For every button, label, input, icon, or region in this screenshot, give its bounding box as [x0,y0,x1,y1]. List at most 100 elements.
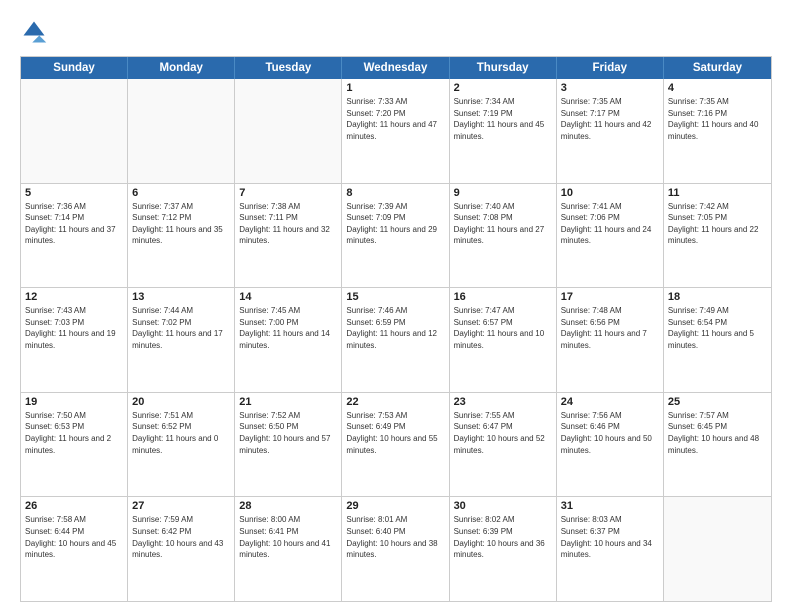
calendar-cell [21,79,128,183]
calendar-cell: 26 Sunrise: 7:58 AMSunset: 6:44 PMDayligh… [21,497,128,601]
day-number: 3 [561,82,659,94]
calendar-header-cell: Friday [557,57,664,79]
calendar-header-cell: Tuesday [235,57,342,79]
logo-icon [20,18,48,46]
calendar-cell: 29 Sunrise: 8:01 AMSunset: 6:40 PMDayligh… [342,497,449,601]
day-info: Sunrise: 8:02 AMSunset: 6:39 PMDaylight:… [454,514,552,560]
calendar-cell [235,79,342,183]
day-info: Sunrise: 7:37 AMSunset: 7:12 PMDaylight:… [132,201,230,247]
day-number: 11 [668,187,767,199]
day-info: Sunrise: 7:35 AMSunset: 7:16 PMDaylight:… [668,96,767,142]
day-info: Sunrise: 7:44 AMSunset: 7:02 PMDaylight:… [132,305,230,351]
calendar-week-row: 19 Sunrise: 7:50 AMSunset: 6:53 PMDayligh… [21,393,771,498]
day-number: 10 [561,187,659,199]
day-number: 14 [239,291,337,303]
calendar-week-row: 12 Sunrise: 7:43 AMSunset: 7:03 PMDayligh… [21,288,771,393]
day-number: 28 [239,500,337,512]
day-number: 13 [132,291,230,303]
day-number: 24 [561,396,659,408]
day-info: Sunrise: 7:40 AMSunset: 7:08 PMDaylight:… [454,201,552,247]
day-info: Sunrise: 7:51 AMSunset: 6:52 PMDaylight:… [132,410,230,456]
calendar-cell: 1 Sunrise: 7:33 AMSunset: 7:20 PMDaylight… [342,79,449,183]
calendar-week-row: 26 Sunrise: 7:58 AMSunset: 6:44 PMDayligh… [21,497,771,601]
day-info: Sunrise: 7:49 AMSunset: 6:54 PMDaylight:… [668,305,767,351]
day-info: Sunrise: 7:53 AMSunset: 6:49 PMDaylight:… [346,410,444,456]
day-number: 20 [132,396,230,408]
calendar-cell: 25 Sunrise: 7:57 AMSunset: 6:45 PMDayligh… [664,393,771,497]
calendar-cell: 9 Sunrise: 7:40 AMSunset: 7:08 PMDaylight… [450,184,557,288]
day-number: 18 [668,291,767,303]
calendar-cell: 2Sunrise: 7:34 AMSunset: 7:19 PMDaylight… [450,79,557,183]
calendar-header-cell: Saturday [664,57,771,79]
day-info: Sunrise: 8:00 AMSunset: 6:41 PMDaylight:… [239,514,337,560]
calendar-cell: 14 Sunrise: 7:45 AMSunset: 7:00 PMDayligh… [235,288,342,392]
calendar-cell: 7Sunrise: 7:38 AMSunset: 7:11 PMDaylight… [235,184,342,288]
day-info: Sunrise: 7:57 AMSunset: 6:45 PMDaylight:… [668,410,767,456]
day-number: 6 [132,187,230,199]
calendar-cell: 15Sunrise: 7:46 AMSunset: 6:59 PMDayligh… [342,288,449,392]
day-number: 23 [454,396,552,408]
calendar-header: SundayMondayTuesdayWednesdayThursdayFrid… [21,57,771,79]
day-info: Sunrise: 7:45 AMSunset: 7:00 PMDaylight:… [239,305,337,351]
calendar-cell [664,497,771,601]
day-number: 19 [25,396,123,408]
day-number: 4 [668,82,767,94]
calendar-cell: 16Sunrise: 7:47 AMSunset: 6:57 PMDayligh… [450,288,557,392]
calendar-cell: 3 Sunrise: 7:35 AMSunset: 7:17 PMDaylight… [557,79,664,183]
calendar-header-cell: Wednesday [342,57,449,79]
day-number: 2 [454,82,552,94]
day-info: Sunrise: 8:01 AMSunset: 6:40 PMDaylight:… [346,514,444,560]
day-info: Sunrise: 7:50 AMSunset: 6:53 PMDaylight:… [25,410,123,456]
calendar-body: 1 Sunrise: 7:33 AMSunset: 7:20 PMDaylight… [21,79,771,601]
day-info: Sunrise: 7:52 AMSunset: 6:50 PMDaylight:… [239,410,337,456]
calendar-cell: 28 Sunrise: 8:00 AMSunset: 6:41 PMDayligh… [235,497,342,601]
day-number: 1 [346,82,444,94]
calendar-cell: 18 Sunrise: 7:49 AMSunset: 6:54 PMDayligh… [664,288,771,392]
day-info: Sunrise: 7:47 AMSunset: 6:57 PMDaylight:… [454,305,552,351]
calendar-cell: 12 Sunrise: 7:43 AMSunset: 7:03 PMDayligh… [21,288,128,392]
calendar-cell [128,79,235,183]
calendar-header-cell: Monday [128,57,235,79]
calendar-cell: 19 Sunrise: 7:50 AMSunset: 6:53 PMDayligh… [21,393,128,497]
day-info: Sunrise: 7:41 AMSunset: 7:06 PMDaylight:… [561,201,659,247]
calendar-cell: 21 Sunrise: 7:52 AMSunset: 6:50 PMDayligh… [235,393,342,497]
day-info: Sunrise: 7:35 AMSunset: 7:17 PMDaylight:… [561,96,659,142]
header [20,18,772,46]
day-number: 30 [454,500,552,512]
calendar-cell: 13 Sunrise: 7:44 AMSunset: 7:02 PMDayligh… [128,288,235,392]
day-info: Sunrise: 7:33 AMSunset: 7:20 PMDaylight:… [346,96,444,142]
day-number: 21 [239,396,337,408]
calendar-cell: 22Sunrise: 7:53 AMSunset: 6:49 PMDayligh… [342,393,449,497]
day-number: 25 [668,396,767,408]
day-info: Sunrise: 7:43 AMSunset: 7:03 PMDaylight:… [25,305,123,351]
calendar-cell: 17 Sunrise: 7:48 AMSunset: 6:56 PMDayligh… [557,288,664,392]
calendar-cell: 20 Sunrise: 7:51 AMSunset: 6:52 PMDayligh… [128,393,235,497]
calendar-week-row: 1 Sunrise: 7:33 AMSunset: 7:20 PMDaylight… [21,79,771,184]
day-info: Sunrise: 7:36 AMSunset: 7:14 PMDaylight:… [25,201,123,247]
calendar-cell: 11 Sunrise: 7:42 AMSunset: 7:05 PMDayligh… [664,184,771,288]
calendar-cell: 8Sunrise: 7:39 AMSunset: 7:09 PMDaylight… [342,184,449,288]
calendar-cell: 4 Sunrise: 7:35 AMSunset: 7:16 PMDaylight… [664,79,771,183]
day-number: 12 [25,291,123,303]
day-info: Sunrise: 7:38 AMSunset: 7:11 PMDaylight:… [239,201,337,247]
day-info: Sunrise: 7:48 AMSunset: 6:56 PMDaylight:… [561,305,659,351]
calendar-cell: 10 Sunrise: 7:41 AMSunset: 7:06 PMDayligh… [557,184,664,288]
calendar-cell: 27Sunrise: 7:59 AMSunset: 6:42 PMDayligh… [128,497,235,601]
calendar-cell: 5Sunrise: 7:36 AMSunset: 7:14 PMDaylight… [21,184,128,288]
day-number: 15 [346,291,444,303]
calendar-cell: 31Sunrise: 8:03 AMSunset: 6:37 PMDayligh… [557,497,664,601]
calendar-cell: 30 Sunrise: 8:02 AMSunset: 6:39 PMDayligh… [450,497,557,601]
calendar-cell: 6 Sunrise: 7:37 AMSunset: 7:12 PMDaylight… [128,184,235,288]
logo [20,18,52,46]
day-info: Sunrise: 7:55 AMSunset: 6:47 PMDaylight:… [454,410,552,456]
day-number: 31 [561,500,659,512]
day-info: Sunrise: 7:58 AMSunset: 6:44 PMDaylight:… [25,514,123,560]
calendar-header-cell: Thursday [450,57,557,79]
day-number: 9 [454,187,552,199]
calendar-cell: 23 Sunrise: 7:55 AMSunset: 6:47 PMDayligh… [450,393,557,497]
day-info: Sunrise: 7:42 AMSunset: 7:05 PMDaylight:… [668,201,767,247]
day-number: 17 [561,291,659,303]
day-number: 29 [346,500,444,512]
day-number: 26 [25,500,123,512]
day-info: Sunrise: 7:59 AMSunset: 6:42 PMDaylight:… [132,514,230,560]
